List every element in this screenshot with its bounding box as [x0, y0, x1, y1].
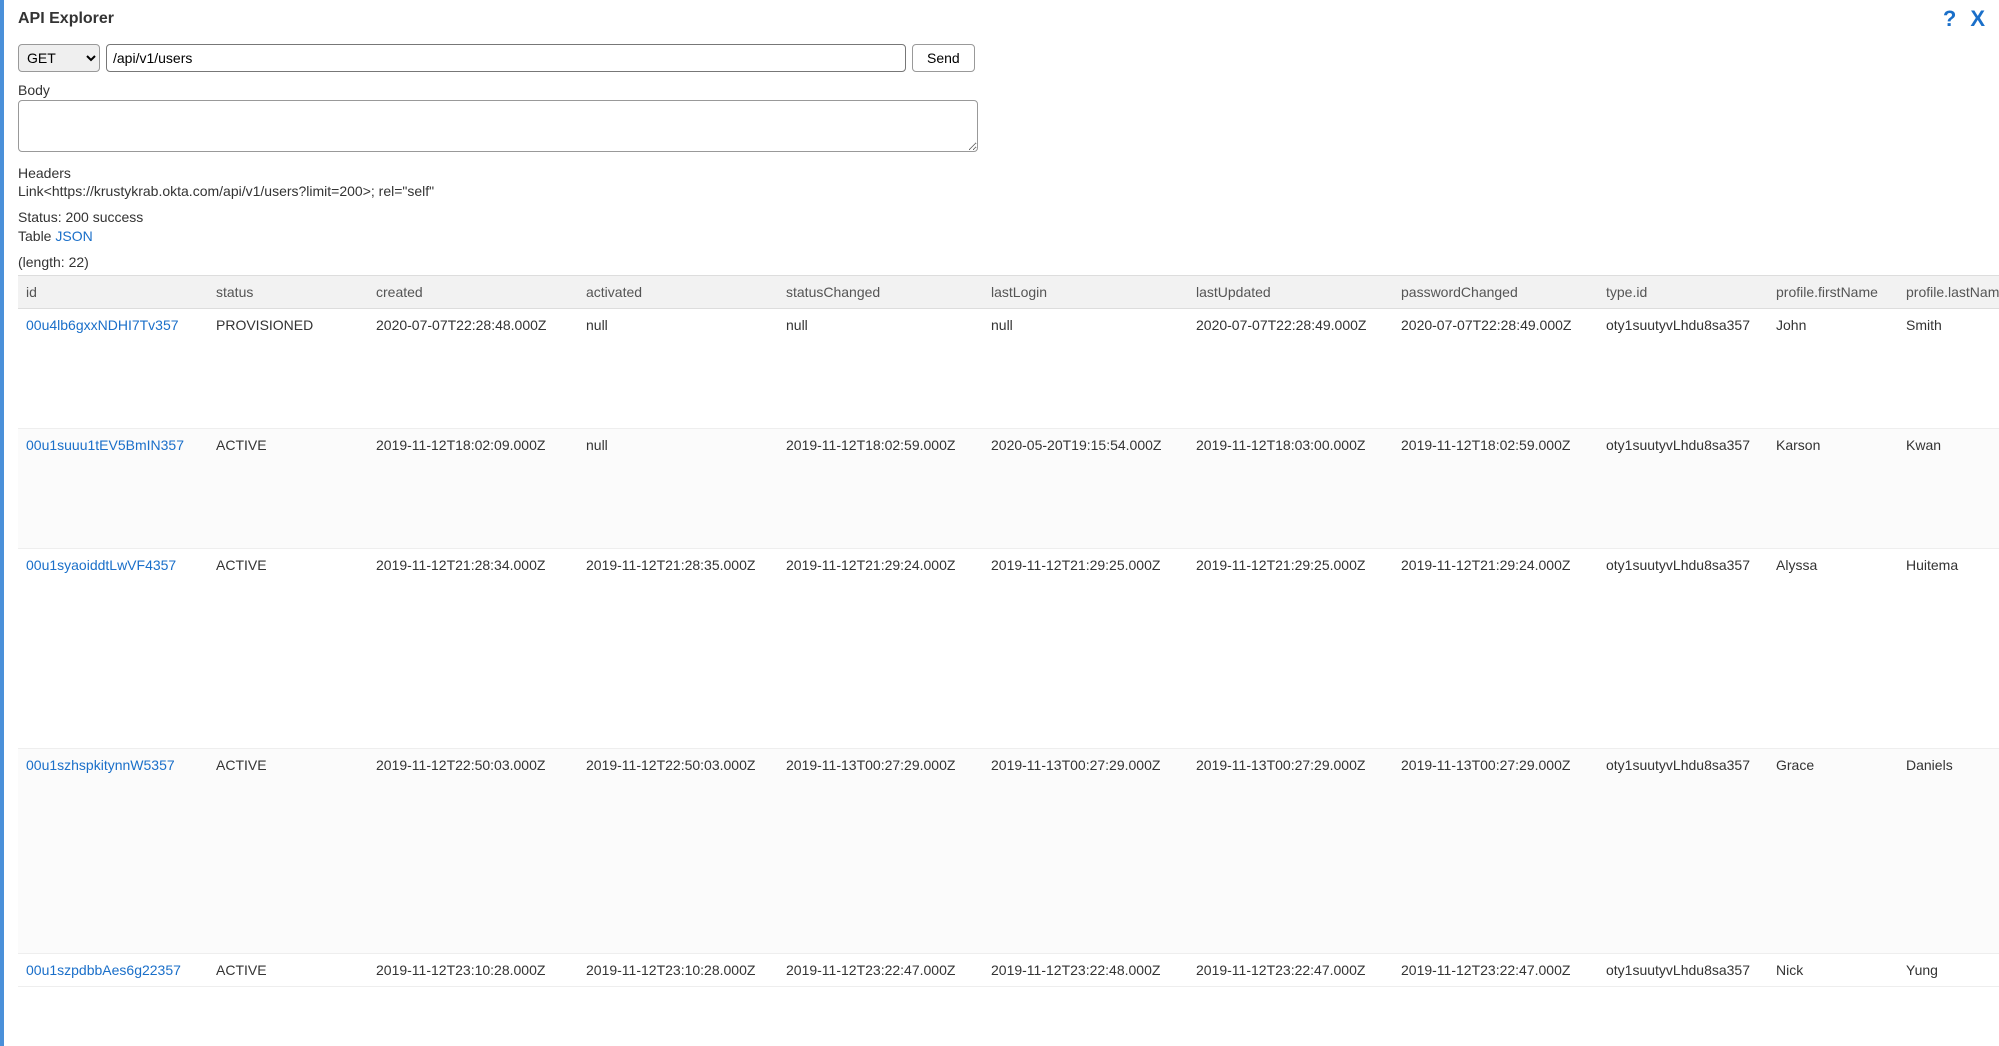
table-cell: 2019-11-12T18:02:59.000Z	[1393, 428, 1598, 548]
column-header[interactable]: lastLogin	[983, 275, 1188, 308]
table-cell: Huitema	[1898, 548, 1999, 748]
table-cell: Yung	[1898, 953, 1999, 986]
table-cell: 2019-11-13T00:27:29.000Z	[983, 748, 1188, 953]
url-input[interactable]	[106, 44, 906, 72]
table-cell: ACTIVE	[208, 548, 368, 748]
table-cell[interactable]: 00u1suuu1tEV5BmIN357	[18, 428, 208, 548]
column-header[interactable]: profile.lastName	[1898, 275, 1999, 308]
table-body: 00u4lb6gxxNDHI7Tv357PROVISIONED2020-07-0…	[18, 308, 1999, 986]
table-cell: Smith	[1898, 308, 1999, 428]
table-cell: ACTIVE	[208, 953, 368, 986]
table-cell: oty1suutyvLhdu8sa357	[1598, 748, 1768, 953]
column-header[interactable]: status	[208, 275, 368, 308]
table-cell: 2019-11-12T21:28:34.000Z	[368, 548, 578, 748]
table-cell: 2019-11-12T18:02:59.000Z	[778, 428, 983, 548]
user-id-link[interactable]: 00u1szpdbbAes6g22357	[26, 962, 181, 978]
table-view-label: Table	[18, 228, 51, 244]
column-header[interactable]: created	[368, 275, 578, 308]
table-cell: 2019-11-12T18:02:09.000Z	[368, 428, 578, 548]
table-cell: 2020-05-20T19:15:54.000Z	[983, 428, 1188, 548]
table-cell: Daniels	[1898, 748, 1999, 953]
table-row: 00u4lb6gxxNDHI7Tv357PROVISIONED2020-07-0…	[18, 308, 1999, 428]
table-cell: 2020-07-07T22:28:49.000Z	[1188, 308, 1393, 428]
body-label: Body	[18, 82, 1985, 98]
help-icon[interactable]: ?	[1943, 6, 1956, 32]
user-id-link[interactable]: 00u1suuu1tEV5BmIN357	[26, 437, 184, 453]
table-cell: 2020-07-07T22:28:48.000Z	[368, 308, 578, 428]
table-cell: 2019-11-13T00:27:29.000Z	[1188, 748, 1393, 953]
table-cell: 2019-11-12T23:10:28.000Z	[368, 953, 578, 986]
table-cell: oty1suutyvLhdu8sa357	[1598, 308, 1768, 428]
column-header[interactable]: statusChanged	[778, 275, 983, 308]
table-cell: PROVISIONED	[208, 308, 368, 428]
table-cell: oty1suutyvLhdu8sa357	[1598, 953, 1768, 986]
table-cell: Nick	[1768, 953, 1898, 986]
user-id-link[interactable]: 00u1szhspkitynnW5357	[26, 757, 175, 773]
table-cell: null	[578, 428, 778, 548]
result-length: (length: 22)	[18, 253, 1985, 271]
table-cell: null	[578, 308, 778, 428]
column-header[interactable]: id	[18, 275, 208, 308]
table-cell: 2019-11-12T21:29:25.000Z	[983, 548, 1188, 748]
table-cell: 2019-11-12T21:29:24.000Z	[778, 548, 983, 748]
table-cell: 2019-11-12T18:03:00.000Z	[1188, 428, 1393, 548]
table-cell: 2020-07-07T22:28:49.000Z	[1393, 308, 1598, 428]
table-cell: 2019-11-12T22:50:03.000Z	[368, 748, 578, 953]
body-input[interactable]	[18, 100, 978, 152]
table-cell: John	[1768, 308, 1898, 428]
column-header[interactable]: profile.firstName	[1768, 275, 1898, 308]
column-header[interactable]: passwordChanged	[1393, 275, 1598, 308]
user-id-link[interactable]: 00u4lb6gxxNDHI7Tv357	[26, 317, 179, 333]
table-header-row: idstatuscreatedactivatedstatusChangedlas…	[18, 275, 1999, 308]
table-cell: Alyssa	[1768, 548, 1898, 748]
link-header-value: Link<https://krustykrab.okta.com/api/v1/…	[18, 182, 1985, 200]
table-cell: Grace	[1768, 748, 1898, 953]
table-cell: 2019-11-12T23:22:47.000Z	[1188, 953, 1393, 986]
page-title: API Explorer	[18, 10, 114, 28]
table-cell: null	[778, 308, 983, 428]
table-cell: 2019-11-12T21:28:35.000Z	[578, 548, 778, 748]
table-cell: null	[983, 308, 1188, 428]
send-button[interactable]: Send	[912, 44, 975, 72]
http-method-select[interactable]: GETPOSTPUTDELETEPATCH	[18, 44, 100, 72]
table-cell: 2019-11-12T23:10:28.000Z	[578, 953, 778, 986]
table-cell[interactable]: 00u1szpdbbAes6g22357	[18, 953, 208, 986]
column-header[interactable]: activated	[578, 275, 778, 308]
table-cell: 2019-11-13T00:27:29.000Z	[778, 748, 983, 953]
close-icon[interactable]: X	[1970, 6, 1985, 32]
table-cell[interactable]: 00u1syaoiddtLwVF4357	[18, 548, 208, 748]
table-cell: ACTIVE	[208, 428, 368, 548]
table-row: 00u1szhspkitynnW5357ACTIVE2019-11-12T22:…	[18, 748, 1999, 953]
table-cell: 2019-11-12T22:50:03.000Z	[578, 748, 778, 953]
status-line: Status: 200 success	[18, 208, 1985, 226]
table-cell: oty1suutyvLhdu8sa357	[1598, 428, 1768, 548]
table-cell: 2019-11-12T21:29:24.000Z	[1393, 548, 1598, 748]
table-row: 00u1suuu1tEV5BmIN357ACTIVE2019-11-12T18:…	[18, 428, 1999, 548]
table-cell: ACTIVE	[208, 748, 368, 953]
column-header[interactable]: lastUpdated	[1188, 275, 1393, 308]
table-row: 00u1szpdbbAes6g22357ACTIVE2019-11-12T23:…	[18, 953, 1999, 986]
table-cell: 2019-11-12T21:29:25.000Z	[1188, 548, 1393, 748]
json-view-link[interactable]: JSON	[55, 228, 92, 244]
table-cell: 2019-11-12T23:22:47.000Z	[1393, 953, 1598, 986]
table-cell: Kwan	[1898, 428, 1999, 548]
table-cell: oty1suutyvLhdu8sa357	[1598, 548, 1768, 748]
headers-label: Headers	[18, 164, 1985, 182]
table-cell[interactable]: 00u4lb6gxxNDHI7Tv357	[18, 308, 208, 428]
column-header[interactable]: type.id	[1598, 275, 1768, 308]
results-table: idstatuscreatedactivatedstatusChangedlas…	[18, 275, 1999, 987]
table-row: 00u1syaoiddtLwVF4357ACTIVE2019-11-12T21:…	[18, 548, 1999, 748]
user-id-link[interactable]: 00u1syaoiddtLwVF4357	[26, 557, 176, 573]
table-cell: 2019-11-13T00:27:29.000Z	[1393, 748, 1598, 953]
table-cell[interactable]: 00u1szhspkitynnW5357	[18, 748, 208, 953]
table-cell: 2019-11-12T23:22:47.000Z	[778, 953, 983, 986]
table-cell: 2019-11-12T23:22:48.000Z	[983, 953, 1188, 986]
table-cell: Karson	[1768, 428, 1898, 548]
